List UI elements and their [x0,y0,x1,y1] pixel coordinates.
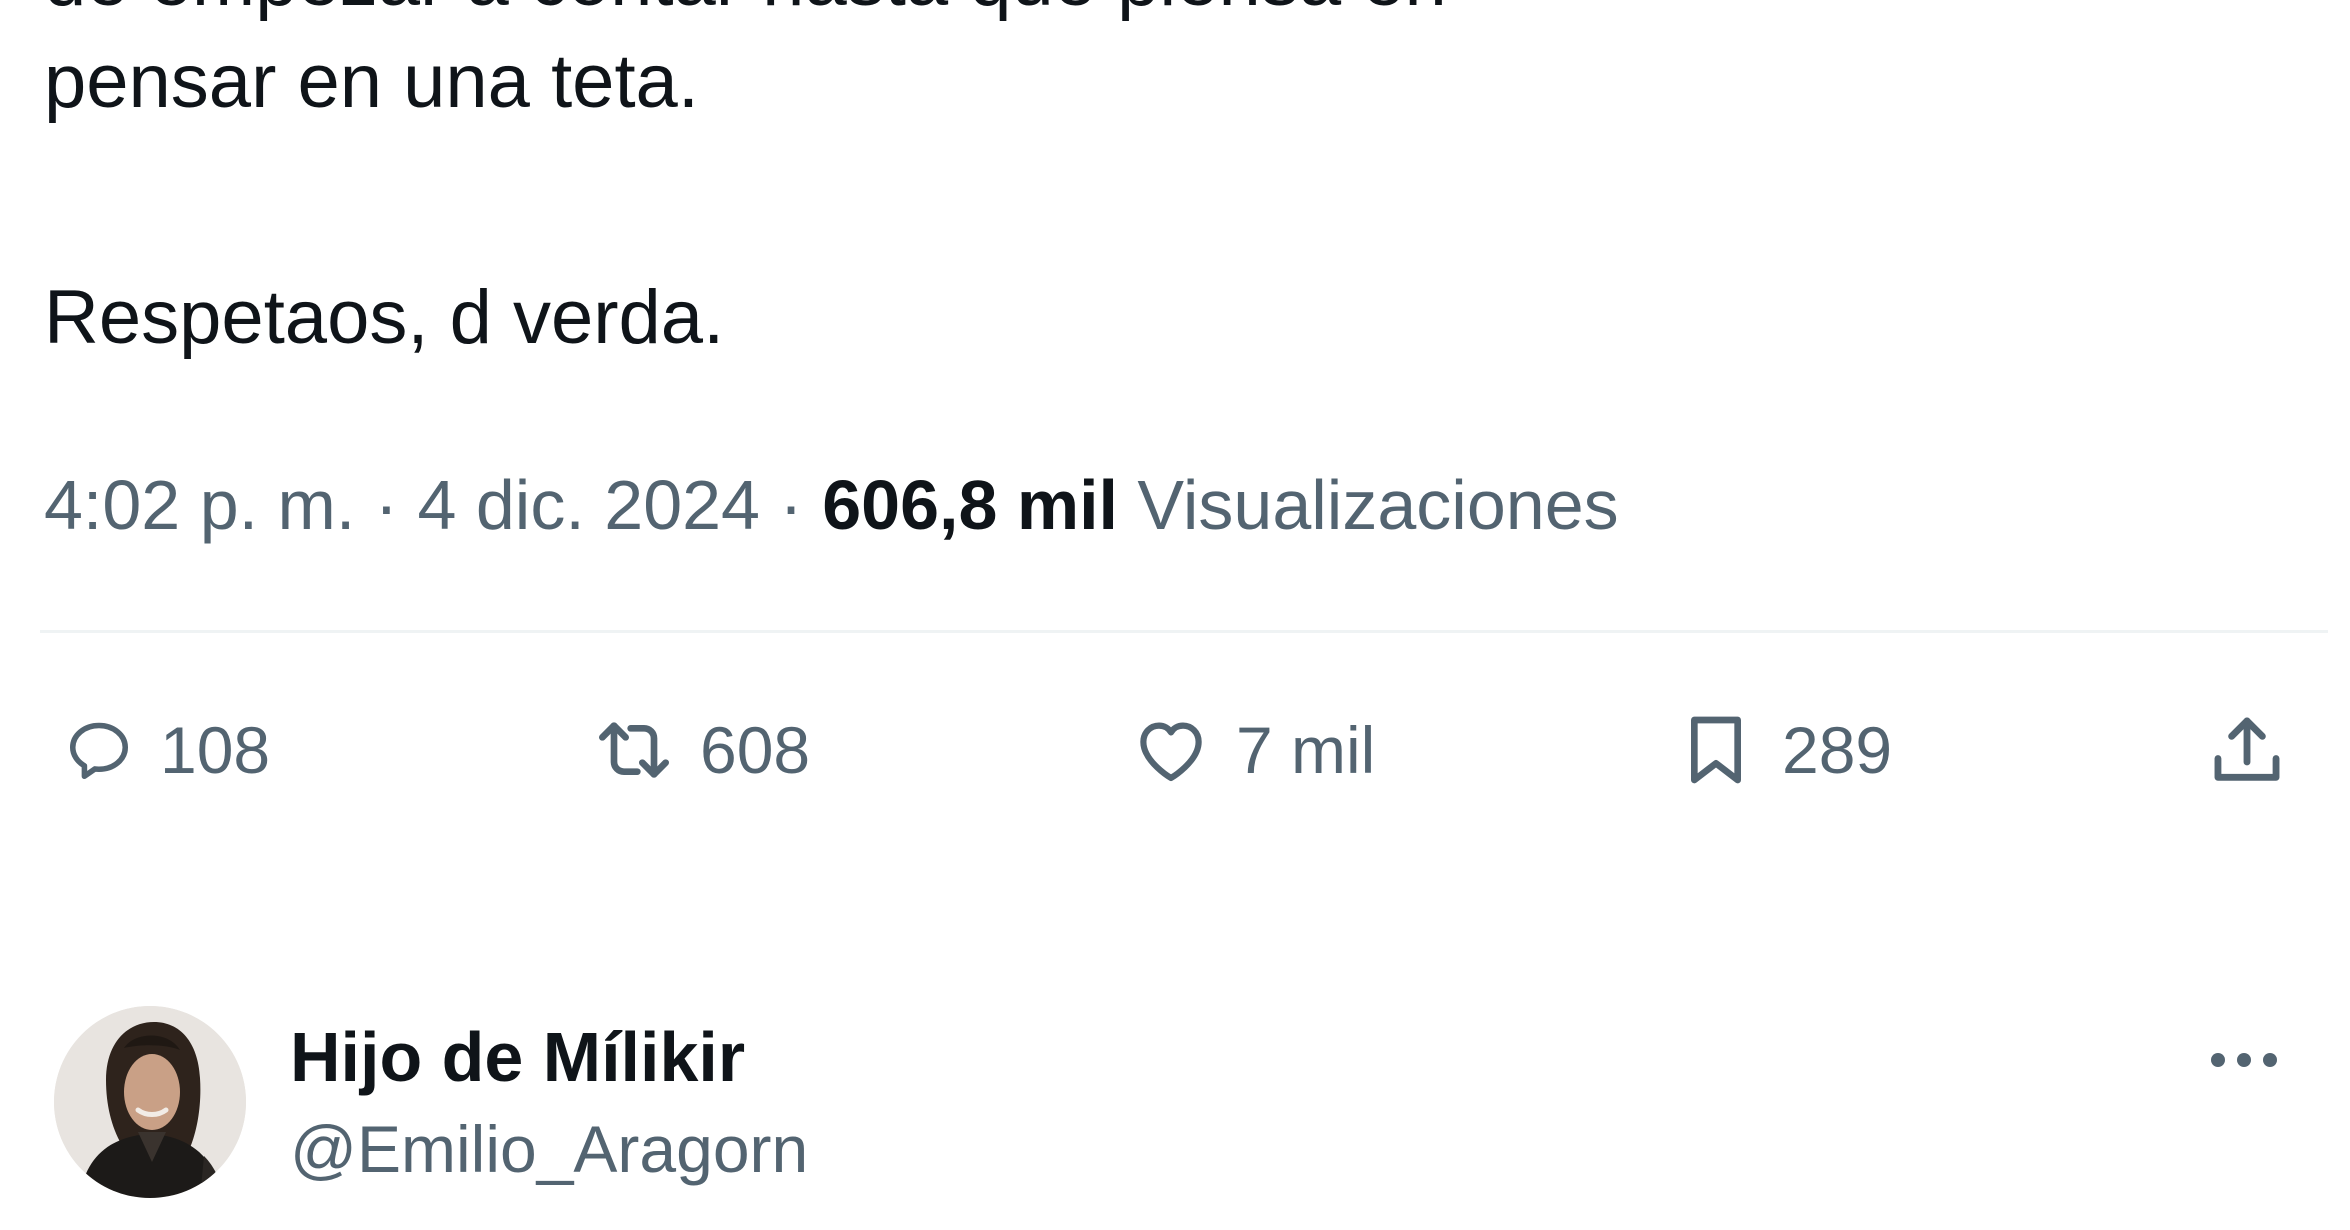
author-row: Hijo de Mílikir @Emilio_Aragorn [54,1006,2324,1206]
more-icon [2204,1053,2284,1084]
retweet-count: 608 [700,713,811,787]
views-label: Visualizaciones [1137,466,1619,544]
tweet-page: de empezar a contar hasta que piensa en … [0,0,2350,1230]
retweet-button[interactable]: 608 [594,700,810,800]
divider [40,630,2328,633]
avatar[interactable] [54,1006,246,1198]
bookmark-count: 289 [1782,713,1893,787]
tweet-text-line-2: Respetaos, d verda. [44,275,725,360]
more-button[interactable] [2204,1040,2284,1080]
author-handle[interactable]: @Emilio_Aragorn [290,1116,808,1182]
tweet-actions: 108 608 7 mil 289 [0,700,2350,800]
tweet-text-line-1: pensar en una teta. [44,39,699,124]
tweet-text-cut-line: de empezar a contar hasta que piensa en [44,0,1447,18]
tweet-meta: 4:02 p. m. · 4 dic. 2024 · 606,8 mil Vis… [44,470,1619,540]
reply-icon [64,715,134,785]
meta-separator: · [355,466,418,544]
like-button[interactable]: 7 mil [1132,700,1375,800]
retweet-icon [594,710,674,790]
like-count: 7 mil [1236,713,1376,787]
share-icon [2206,709,2288,791]
views-count[interactable]: 606,8 mil [822,466,1118,544]
tweet-time[interactable]: 4:02 p. m. [44,466,355,544]
tweet-date[interactable]: 4 dic. 2024 [418,466,760,544]
author-name[interactable]: Hijo de Mílikir [290,1022,745,1092]
like-icon [1132,711,1210,789]
share-button[interactable] [2206,700,2288,800]
reply-button[interactable]: 108 [64,700,270,800]
bookmark-icon [1676,710,1756,790]
reply-count: 108 [160,713,271,787]
meta-separator: · [759,466,823,544]
bookmark-button[interactable]: 289 [1676,700,1892,800]
